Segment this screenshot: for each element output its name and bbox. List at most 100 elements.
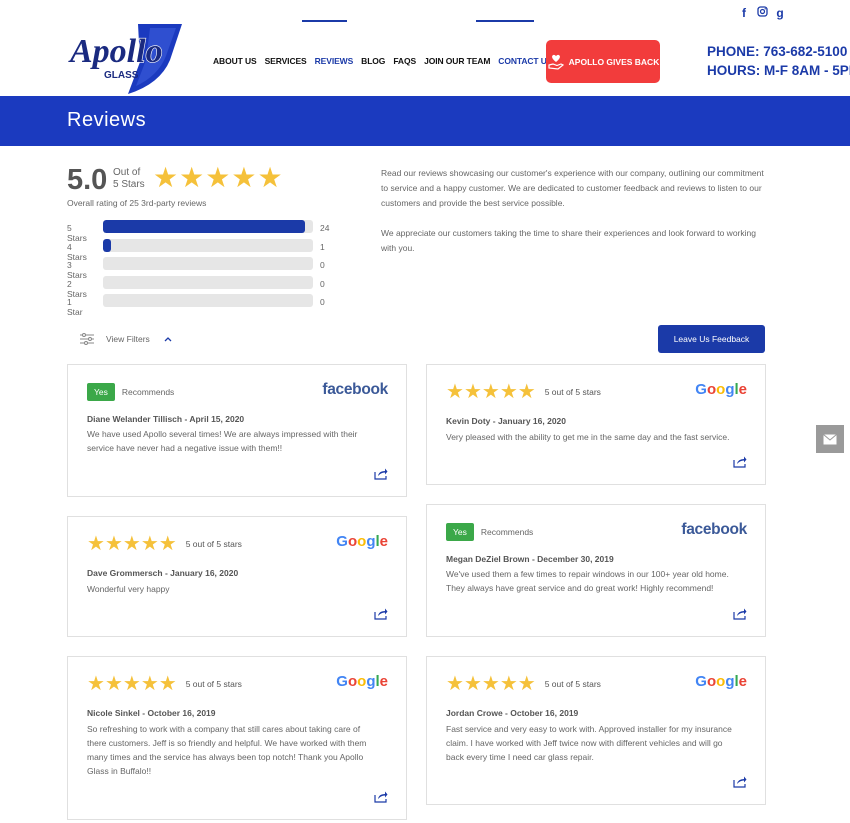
review-author: Diane Welander Tillisch - April 15, 2020 [87, 414, 245, 424]
rating-bar-track [103, 220, 313, 233]
share-icon[interactable] [374, 607, 388, 620]
average-stars: ★ ★ ★ ★ ★ [153, 164, 283, 192]
google-logo: Google [336, 673, 388, 690]
star-icon: ★ [158, 673, 177, 695]
review-card: ★ ★ ★ ★ ★ 5 out of 5 stars Google Kevin Doty - … [426, 364, 766, 485]
apollo-gives-back-label: APOLLO GIVES BACK [568, 56, 660, 67]
rating-bar-count: 0 [320, 297, 325, 307]
recommends-text: Recommends [480, 527, 534, 537]
review-author: Dave Grommersch - January 16, 2020 [87, 568, 239, 578]
review-stars: ★ ★ ★ ★ ★ 5 out of 5 stars [87, 534, 242, 554]
review-text: So refreshing to work with a company tha… [87, 724, 367, 776]
view-filters-toggle[interactable]: View Filters [80, 333, 172, 345]
share-icon[interactable] [733, 455, 747, 468]
stars-text: 5 out of 5 stars [185, 679, 242, 689]
nav-about-us[interactable]: ABOUT US [213, 56, 257, 66]
out-of-line2: 5 Stars [113, 179, 145, 190]
star-icon: ★ [87, 673, 105, 695]
instagram-icon[interactable] [756, 6, 768, 20]
rating-bar-count: 24 [320, 223, 330, 233]
rating-bar-track [103, 275, 313, 289]
social-links: f g [738, 6, 786, 20]
star-icon: ★ [122, 533, 141, 555]
business-hours: HOURS: M-F 8AM - 5PM [707, 63, 850, 78]
star-icon: ★ [231, 162, 257, 193]
apollo-glass-logo[interactable]: Apollo GLASS [68, 22, 184, 94]
rating-bar-track [103, 294, 313, 307]
star-icon: ★ [517, 381, 536, 403]
rating-bar-count: 0 [320, 260, 325, 270]
review-text: Wonderful very happy [87, 584, 170, 594]
recommends-badge: Yes [87, 383, 115, 401]
share-icon[interactable] [374, 790, 388, 803]
review-stars: ★ ★ ★ ★ ★ 5 out of 5 stars [446, 674, 601, 694]
share-icon[interactable] [733, 607, 747, 620]
facebook-icon[interactable]: f [738, 6, 750, 20]
nav-reviews[interactable]: REVIEWS [315, 56, 354, 66]
star-icon: ★ [87, 533, 105, 555]
leave-feedback-button[interactable]: Leave Us Feedback [658, 325, 765, 353]
google-plus-icon[interactable]: g [774, 6, 786, 20]
rating-bar-label: 2 Stars [67, 278, 87, 299]
review-text: We have used Apollo several times! We ar… [87, 429, 358, 453]
phone-number[interactable]: PHONE: 763-682-5100 [707, 42, 850, 61]
review-text: Fast service and very easy to work with.… [446, 724, 732, 762]
rating-bar-count: 0 [320, 278, 325, 289]
rating-bar-track [103, 257, 313, 270]
recommendation: Yes Recommends [87, 383, 174, 401]
page-title: Reviews [67, 109, 147, 131]
contact-mail-tab[interactable] [816, 425, 844, 453]
nav-services[interactable]: SERVICES [265, 56, 307, 66]
recommends-badge: Yes [446, 523, 474, 541]
review-author: Nicole Sinkel - October 16, 2019 [87, 708, 216, 718]
heart-hand-icon [548, 54, 564, 70]
rating-bar-label: 1 Star [67, 297, 83, 317]
star-icon: ★ [140, 673, 159, 695]
google-logo: Google [695, 673, 747, 690]
facebook-logo: facebook [322, 381, 388, 398]
star-icon: ★ [463, 381, 482, 403]
site-header: Apollo GLASS f g ABOUT US SERVICES REVIE… [0, 0, 850, 96]
nav-join-our-team[interactable]: JOIN OUR TEAM [424, 56, 490, 66]
sliders-icon [80, 333, 94, 345]
out-of-line1: Out of [113, 167, 141, 178]
intro-paragraph-2: We appreciate our customers taking the t… [381, 228, 756, 253]
nav-contact-underline [476, 20, 534, 22]
star-icon: ★ [179, 162, 205, 193]
rating-bar-track [103, 238, 313, 252]
envelope-icon [823, 433, 837, 444]
review-stars: ★ ★ ★ ★ ★ 5 out of 5 stars [446, 382, 601, 402]
review-card: ★ ★ ★ ★ ★ 5 out of 5 stars Google Dave Grommers… [67, 516, 407, 637]
overall-rating-text: Overall rating of 25 3rd-party reviews [67, 198, 207, 208]
review-card: ★ ★ ★ ★ ★ 5 out of 5 stars Google Nicole Sinkel… [67, 656, 407, 820]
intro-paragraph-1: Read our reviews showcasing our customer… [381, 168, 764, 208]
svg-text:GLASS: GLASS [104, 70, 139, 81]
star-icon: ★ [481, 381, 500, 403]
stars-text: 5 out of 5 stars [544, 679, 601, 689]
star-icon: ★ [481, 673, 500, 695]
share-icon[interactable] [374, 467, 388, 480]
review-card: ★ ★ ★ ★ ★ 5 out of 5 stars Google Jordan Crowe … [426, 656, 766, 805]
reviews-intro: Read our reviews showcasing our customer… [381, 166, 767, 256]
stars-text: 5 out of 5 stars [544, 387, 601, 397]
review-stars: ★ ★ ★ ★ ★ 5 out of 5 stars [87, 674, 242, 694]
facebook-logo: facebook [681, 521, 747, 538]
review-author: Megan DeZiel Brown - December 30, 2019 [446, 554, 614, 564]
star-icon: ★ [205, 162, 231, 193]
rating-bar-fill [103, 220, 305, 233]
apollo-gives-back-button[interactable]: APOLLO GIVES BACK [546, 40, 660, 83]
rating-bar-count: 1 [320, 241, 325, 252]
nav-contact-us[interactable]: CONTACT US [498, 56, 552, 66]
star-icon: ★ [158, 533, 177, 555]
rating-bar-fill [103, 238, 112, 252]
star-icon: ★ [122, 673, 141, 695]
nav-faqs[interactable]: FAQS [393, 56, 416, 66]
review-card: Yes Recommends facebook Megan DeZiel Brown … [426, 504, 766, 637]
nav-active-underline [302, 20, 347, 22]
star-icon: ★ [104, 673, 123, 695]
stars-text: 5 out of 5 stars [185, 539, 242, 549]
star-icon: ★ [104, 533, 123, 555]
nav-blog[interactable]: BLOG [361, 56, 385, 66]
review-author: Jordan Crowe - October 16, 2019 [446, 708, 579, 718]
share-icon[interactable] [733, 775, 747, 788]
